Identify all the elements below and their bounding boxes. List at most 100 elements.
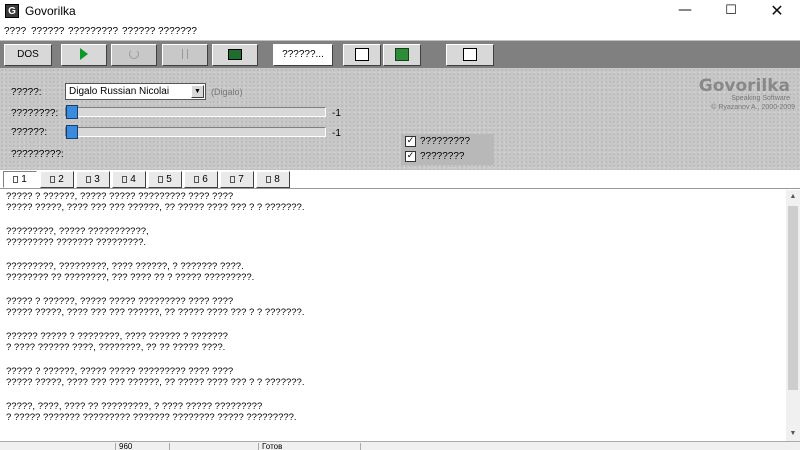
document-icon — [194, 175, 200, 183]
wait-button[interactable] — [111, 44, 157, 66]
text-line: ????????? ??????? ?????????. — [6, 237, 147, 248]
text-line: ????? ? ??????, ????? ????? ????????? ??… — [6, 366, 234, 377]
play-icon — [80, 48, 88, 61]
settings-panel: ?????: Digalo Russian Nicolai ▼ (Digalo)… — [0, 68, 800, 170]
menu-item-4[interactable]: ?????? — [122, 26, 155, 37]
logo-title: Govorilka — [698, 76, 790, 96]
volume-slider-thumb[interactable] — [66, 125, 78, 139]
tab-1[interactable]: 1 — [3, 171, 37, 188]
text-line: ????? ?????, ???? ??? ??? ??????, ?? ???… — [6, 202, 305, 213]
voice-select-value: Digalo Russian Nicolai — [69, 86, 170, 97]
dos-button[interactable]: DOS — [4, 44, 52, 66]
tab-4-label: 4 — [130, 174, 136, 185]
text-line: ????? ?????, ???? ??? ??? ??????, ?? ???… — [6, 307, 305, 318]
text-line: ????? ?????, ???? ??? ??? ??????, ?? ???… — [6, 377, 305, 388]
app-icon: G — [5, 4, 19, 18]
voice-label: ?????: — [11, 87, 42, 98]
extra-label: ?????????: — [11, 149, 64, 160]
status-cell-empty-3 — [360, 443, 800, 450]
checkbox-1[interactable]: ✓ — [405, 136, 416, 147]
document-icon — [158, 175, 164, 183]
menu-item-1[interactable]: ???? — [4, 26, 26, 37]
tab-6-label: 6 — [202, 174, 208, 185]
text-editor[interactable]: ????? ? ??????, ????? ????? ????????? ??… — [0, 190, 786, 441]
status-count: 960 — [115, 443, 169, 450]
status-bar: 960 Готов — [0, 441, 800, 450]
status-cell-empty — [0, 443, 115, 450]
tab-5[interactable]: 5 — [148, 171, 182, 188]
voice-select[interactable]: Digalo Russian Nicolai ▼ — [65, 83, 206, 100]
engine-label: (Digalo) — [211, 87, 243, 97]
logo-subtitle: Speaking Software — [731, 95, 790, 102]
tab-6[interactable]: 6 — [184, 171, 218, 188]
menu-item-2[interactable]: ?????? — [31, 26, 64, 37]
settings-check-button[interactable] — [446, 44, 494, 66]
tab-7-label: 7 — [238, 174, 244, 185]
speed-slider-thumb[interactable] — [66, 105, 78, 119]
text-line: ?????????, ?????????, ???? ??????, ? ???… — [6, 261, 244, 272]
volume-value: -1 — [332, 128, 341, 139]
document-icon — [355, 47, 369, 61]
volume-label: ??????: — [11, 127, 48, 138]
document-icon — [50, 175, 56, 183]
logo-copyright: © Ryazanov A., 2000-2009 — [711, 104, 795, 111]
document-icon — [13, 175, 19, 183]
scroll-down-arrow-icon[interactable]: ▼ — [786, 427, 800, 441]
tab-3-label: 3 — [94, 174, 100, 185]
chevron-down-icon[interactable]: ▼ — [191, 85, 204, 98]
status-state: Готов — [258, 443, 360, 450]
spinner-icon — [129, 49, 139, 60]
text-line: ?????, ????, ???? ?? ?????????, ? ???? ?… — [6, 401, 263, 412]
text-line: ????? ? ??????, ????? ????? ????????? ??… — [6, 191, 234, 202]
save-audio-button[interactable] — [212, 44, 258, 66]
checkbox-2[interactable]: ✓ — [405, 151, 416, 162]
status-cell-empty-2 — [169, 443, 258, 450]
document-icon — [122, 175, 128, 183]
checkbox-group: ✓ ????????? ✓ ???????? — [401, 134, 494, 165]
menu-item-5[interactable]: ??????? — [158, 26, 197, 37]
checklist-icon — [463, 47, 477, 61]
dictionary-button[interactable] — [383, 44, 421, 66]
pause-icon — [182, 49, 188, 60]
menu-bar: ???? ?????? ????????? ?????? ??????? — [0, 23, 800, 40]
play-button[interactable] — [61, 44, 107, 66]
text-line: ? ???? ?????? ????, ????????, ?? ?? ????… — [6, 342, 226, 353]
document-button[interactable] — [343, 44, 381, 66]
scroll-up-arrow-icon[interactable]: ▲ — [786, 190, 800, 204]
tab-2[interactable]: 2 — [40, 171, 74, 188]
text-line: ???????? ?? ????????, ??? ???? ?? ? ????… — [6, 272, 255, 283]
speed-slider[interactable] — [65, 105, 326, 119]
books-icon — [395, 47, 409, 61]
tab-2-label: 2 — [58, 174, 64, 185]
tab-7[interactable]: 7 — [220, 171, 254, 188]
checkbox-2-label: ???????? — [420, 151, 465, 162]
document-icon — [266, 175, 272, 183]
volume-slider[interactable] — [65, 125, 326, 139]
text-line: ????? ? ??????, ????? ????? ????????? ??… — [6, 296, 234, 307]
speed-value: -1 — [332, 108, 341, 119]
tab-5-label: 5 — [166, 174, 172, 185]
tab-3[interactable]: 3 — [76, 171, 110, 188]
tab-8-label: 8 — [274, 174, 280, 185]
tab-8[interactable]: 8 — [256, 171, 290, 188]
close-button[interactable]: ✕ — [754, 0, 800, 23]
save-audio-icon — [228, 48, 242, 60]
title-bar: G Govorilka — ☐ ✕ — [0, 0, 800, 23]
toolbar: DOS ??????... — [0, 40, 800, 68]
text-line: ?????????, ????? ???????????, — [6, 226, 149, 237]
maximize-button[interactable]: ☐ — [708, 0, 754, 23]
menu-item-3[interactable]: ????????? — [68, 26, 118, 37]
document-icon — [86, 175, 92, 183]
tab-4[interactable]: 4 — [112, 171, 146, 188]
text-line: ?????? ????? ? ????????, ???? ?????? ? ?… — [6, 331, 228, 342]
tab-1-label: 1 — [21, 174, 27, 185]
window-title: Govorilka — [25, 4, 76, 18]
minimize-button[interactable]: — — [662, 0, 708, 23]
pause-button[interactable] — [162, 44, 208, 66]
text-button[interactable]: ??????... — [273, 44, 333, 66]
checkbox-1-label: ????????? — [420, 136, 471, 147]
scroll-thumb[interactable] — [788, 206, 798, 390]
document-icon — [230, 175, 236, 183]
text-line: ? ????? ??????? ????????? ??????? ??????… — [6, 412, 297, 423]
vertical-scrollbar[interactable]: ▲ ▼ — [786, 190, 800, 441]
